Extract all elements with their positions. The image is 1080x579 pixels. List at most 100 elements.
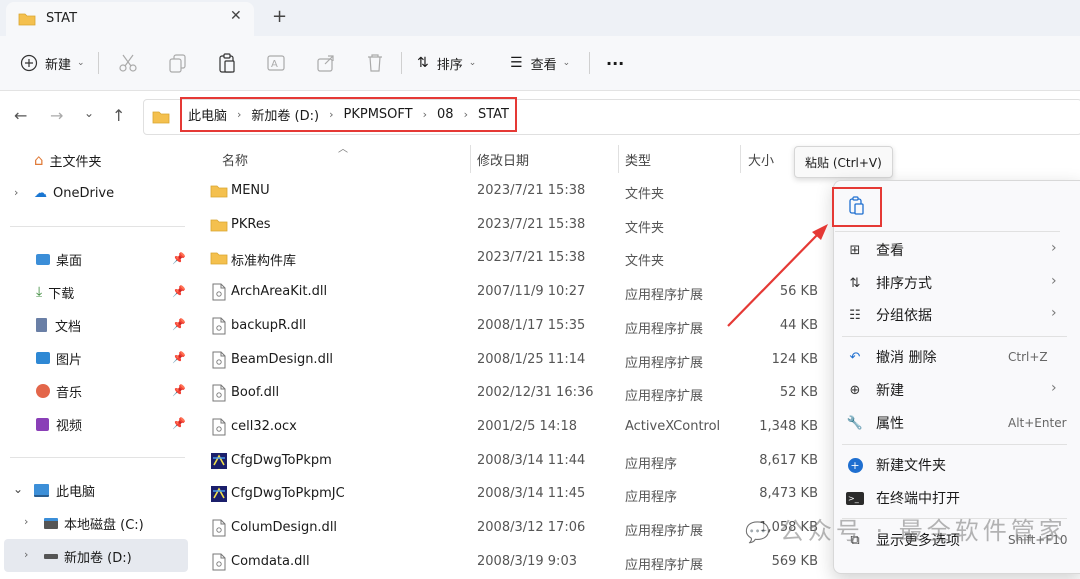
chevron-right-icon[interactable]: ›	[24, 515, 28, 528]
view-button[interactable]: ☰ 查看 ⌄	[510, 50, 570, 76]
menu-item-new[interactable]: ⊕ 新建	[846, 375, 1066, 405]
svg-text:A: A	[271, 59, 278, 70]
sidebar-item-pictures[interactable]: 图片	[36, 345, 82, 371]
pin-icon[interactable]: 📌	[172, 384, 186, 397]
sidebar-item-onedrive[interactable]: ☁ OneDrive	[34, 180, 114, 206]
file-size: 52 KB	[779, 385, 818, 400]
file-name: cell32.ocx	[231, 419, 297, 434]
chevron-right-icon: ›	[237, 108, 242, 121]
file-name: Boof.dll	[231, 385, 280, 400]
file-row[interactable]: ColumDesign.dll 2008/3/12 17:06 应用程序扩展 1,05…	[200, 512, 830, 545]
pin-icon[interactable]: 📌	[172, 318, 186, 331]
sort-button[interactable]: ⇅ 排序 ⌄	[417, 50, 476, 76]
tab-stat[interactable]: STAT ✕	[6, 2, 254, 36]
home-icon: ⌂	[34, 151, 44, 169]
toolbar-divider	[589, 52, 590, 74]
menu-item-open-terminal[interactable]: >_ 在终端中打开	[846, 483, 1066, 513]
chevron-right-icon: ›	[422, 108, 428, 121]
sidebar-item-music[interactable]: 音乐	[36, 378, 82, 404]
column-divider[interactable]	[618, 145, 619, 173]
menu-item-group[interactable]: ☷ 分组依据	[846, 300, 1066, 330]
sidebar-item-label: 音乐	[56, 385, 83, 401]
file-date: 2001/2/5 14:18	[477, 419, 577, 434]
new-button[interactable]: 新建 ⌄	[20, 50, 85, 76]
more-options-button[interactable]: ···	[606, 50, 624, 76]
sidebar-item-downloads[interactable]: ⤓ 下载	[36, 279, 74, 305]
file-name: MENU	[231, 183, 270, 198]
chevron-right-icon[interactable]: ›	[24, 548, 28, 561]
file-row[interactable]: Boof.dll 2002/12/31 16:36 应用程序扩展 52 KB	[200, 377, 830, 410]
share-icon[interactable]	[315, 52, 337, 74]
sidebar-item-label: 本地磁盘 (C:)	[64, 517, 144, 533]
menu-item-new-folder[interactable]: + 新建文件夹	[846, 450, 1066, 480]
pin-icon[interactable]: 📌	[172, 252, 186, 265]
picture-icon	[36, 352, 50, 364]
menu-item-label: 属性	[876, 416, 904, 432]
chevron-right-icon[interactable]: ›	[14, 186, 18, 199]
crumb-pkpmsoft[interactable]: PKPMSOFT	[344, 107, 413, 122]
file-row[interactable]: Comdata.dll 2008/3/19 9:03 应用程序扩展 569 KB	[200, 546, 830, 579]
up-arrow-icon[interactable]: ↑	[112, 106, 125, 125]
column-header-size[interactable]: 大小	[748, 150, 774, 169]
column-header-name[interactable]: 名称	[222, 150, 248, 169]
sidebar-item-label: 桌面	[56, 253, 83, 269]
delete-icon[interactable]	[364, 52, 386, 74]
file-row[interactable]: CfgDwgToPkpmJC 2008/3/14 11:45 应用程序 8,473 K…	[200, 478, 830, 511]
new-tab-button[interactable]: +	[272, 6, 287, 27]
sidebar-item-thispc[interactable]: 此电脑	[34, 477, 95, 503]
copy-icon[interactable]	[167, 52, 189, 74]
folder-icon	[210, 252, 228, 265]
file-row[interactable]: BeamDesign.dll 2008/1/25 11:14 应用程序扩展 124 K…	[200, 344, 830, 377]
sidebar-item-label: 此电脑	[56, 484, 96, 500]
paste-icon[interactable]	[216, 52, 238, 74]
sidebar-item-desktop[interactable]: 桌面	[36, 246, 82, 272]
file-date: 2023/7/21 15:38	[477, 250, 586, 265]
recent-locations-chevron-icon[interactable]: ⌄	[84, 106, 94, 120]
sidebar-item-label: 文档	[55, 319, 82, 335]
crumb-08[interactable]: 08	[437, 107, 454, 122]
file-row[interactable]: CfgDwgToPkpm 2008/3/14 11:44 应用程序 8,617 KB	[200, 445, 830, 478]
sidebar-divider	[10, 457, 185, 458]
sidebar-item-label: 主文件夹	[49, 154, 102, 170]
file-row[interactable]: cell32.ocx 2001/2/5 14:18 ActiveXControl 1,…	[200, 411, 830, 444]
pin-icon[interactable]: 📌	[172, 351, 186, 364]
tab-title: STAT	[46, 11, 78, 26]
context-paste-button[interactable]	[832, 187, 882, 227]
crumb-thispc[interactable]: 此电脑	[188, 105, 227, 124]
file-date: 2008/3/14 11:44	[477, 453, 586, 468]
view-label: 查看	[530, 57, 557, 73]
back-arrow-icon[interactable]: ←	[14, 106, 27, 125]
file-type: 应用程序	[625, 490, 678, 505]
chevron-down-icon: ⌄	[468, 58, 477, 68]
video-icon	[36, 417, 49, 431]
forward-arrow-icon[interactable]: →	[50, 106, 63, 125]
file-date: 2008/3/12 17:06	[477, 520, 586, 535]
close-icon[interactable]: ✕	[230, 8, 242, 24]
rename-icon[interactable]: A	[265, 52, 287, 74]
sidebar-item-videos[interactable]: 视频	[36, 411, 82, 437]
file-row[interactable]: MENU 2023/7/21 15:38 文件夹	[200, 175, 830, 208]
menu-item-label: 查看	[876, 243, 904, 259]
menu-item-label: 分组依据	[876, 308, 932, 324]
menu-item-sort[interactable]: ⇅ 排序方式	[846, 268, 1066, 298]
sidebar-item-home[interactable]: ⌂ 主文件夹	[34, 147, 102, 173]
chevron-down-icon[interactable]: ⌄	[13, 482, 23, 496]
menu-item-view[interactable]: ⊞ 查看	[846, 235, 1066, 265]
file-name: Comdata.dll	[231, 554, 310, 569]
column-header-date[interactable]: 修改日期	[477, 150, 529, 169]
file-icon	[212, 283, 226, 301]
column-header-type[interactable]: 类型	[625, 150, 651, 169]
column-divider[interactable]	[740, 145, 741, 173]
computer-icon	[34, 483, 49, 497]
crumb-stat[interactable]: STAT	[478, 107, 509, 122]
sidebar-item-documents[interactable]: 文档	[36, 312, 81, 338]
column-divider[interactable]	[470, 145, 471, 173]
pin-icon[interactable]: 📌	[172, 285, 186, 298]
cut-icon[interactable]	[117, 52, 139, 74]
sidebar-item-disk-c[interactable]: 本地磁盘 (C:)	[44, 510, 144, 536]
menu-item-label: 新建	[876, 383, 904, 399]
pin-icon[interactable]: 📌	[172, 417, 186, 430]
file-type: 应用程序扩展	[625, 356, 704, 371]
sidebar-item-disk-d[interactable]: 新加卷 (D:)	[44, 543, 132, 569]
crumb-disk-d[interactable]: 新加卷 (D:)	[251, 105, 319, 124]
